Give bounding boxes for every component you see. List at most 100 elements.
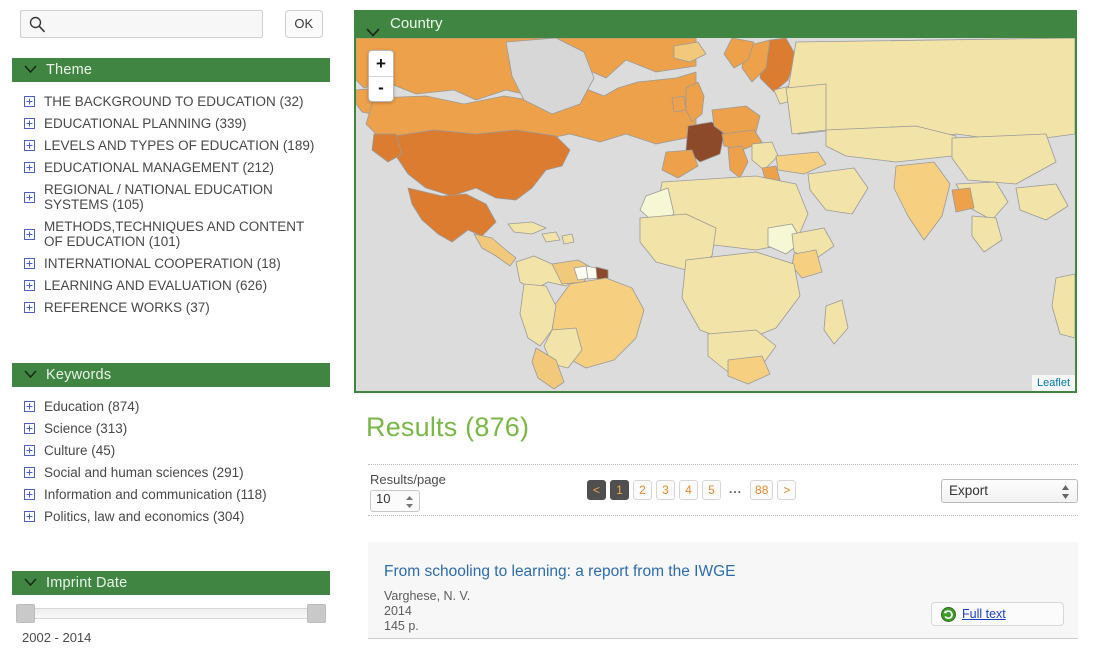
facet-item-keyword-2[interactable]: Culture (45) bbox=[22, 443, 340, 458]
facet-title: Imprint Date bbox=[46, 575, 128, 591]
plus-box-icon[interactable] bbox=[24, 466, 35, 478]
facet-title: Keywords bbox=[46, 367, 112, 383]
plus-box-icon[interactable] bbox=[24, 422, 35, 434]
facet-item-theme-8[interactable]: REFERENCE WORKS (37) bbox=[22, 300, 340, 315]
plus-box-icon[interactable] bbox=[24, 117, 35, 129]
plus-box-icon[interactable] bbox=[24, 95, 35, 107]
search-box[interactable] bbox=[20, 10, 269, 38]
plus-box-icon[interactable] bbox=[24, 161, 35, 173]
plus-box-icon[interactable] bbox=[24, 191, 35, 203]
ok-button[interactable]: OK bbox=[284, 10, 323, 38]
facet-item-theme-7[interactable]: LEARNING AND EVALUATION (626) bbox=[22, 278, 340, 293]
facet-item-label: LEARNING AND EVALUATION (626) bbox=[44, 278, 268, 293]
facet-item-theme-4[interactable]: REGIONAL / NATIONAL EDUCATION SYSTEMS (1… bbox=[22, 182, 312, 212]
facet-item-keyword-3[interactable]: Social and human sciences (291) bbox=[22, 465, 340, 480]
facet-item-label: Education (874) bbox=[44, 399, 140, 414]
facet-item-label: Culture (45) bbox=[44, 443, 116, 458]
page-root: OK Theme THE BACKGROUND TO EDUCATION (32… bbox=[0, 0, 1096, 664]
facet-item-label: LEVELS AND TYPES OF EDUCATION (189) bbox=[44, 138, 315, 153]
pagination: < 1 2 3 4 5 ... 88 > bbox=[587, 480, 797, 500]
facet-item-theme-6[interactable]: INTERNATIONAL COOPERATION (18) bbox=[22, 256, 340, 271]
imprint-date-slider[interactable] bbox=[16, 604, 326, 623]
country-choropleth-map[interactable]: + - Leaflet bbox=[354, 38, 1077, 393]
pagination-page-1[interactable]: 1 bbox=[610, 480, 629, 500]
result-title-link[interactable]: From schooling to learning: a report fro… bbox=[384, 563, 735, 581]
facet-item-theme-3[interactable]: EDUCATIONAL MANAGEMENT (212) bbox=[22, 160, 340, 175]
chevron-down-icon bbox=[366, 19, 380, 37]
results-per-page-label: Results/page bbox=[370, 472, 446, 487]
facet-item-label: Science (313) bbox=[44, 421, 128, 436]
green-circle-arrow-icon bbox=[941, 607, 956, 622]
facet-item-theme-0[interactable]: THE BACKGROUND TO EDUCATION (32) bbox=[22, 94, 340, 109]
export-select[interactable]: Export bbox=[941, 479, 1078, 503]
pagination-ellipsis: ... bbox=[729, 482, 743, 496]
results-toolbar: Results/page 10 < 1 2 3 4 5 ... 88 > Exp… bbox=[368, 464, 1078, 516]
pagination-prev[interactable]: < bbox=[587, 480, 606, 500]
chevron-down-icon bbox=[24, 370, 37, 378]
full-text-button[interactable]: Full text bbox=[931, 602, 1064, 626]
slider-handle-max[interactable] bbox=[307, 604, 326, 623]
slider-handle-min[interactable] bbox=[16, 604, 35, 623]
imprint-date-range-label: 2002 - 2014 bbox=[22, 630, 92, 645]
search-input[interactable] bbox=[49, 11, 269, 37]
facet-item-label: Politics, law and economics (304) bbox=[44, 509, 245, 524]
export-select-value: Export bbox=[949, 483, 989, 498]
map-facet-title: Country bbox=[390, 15, 443, 32]
search-row: OK bbox=[20, 10, 323, 38]
spinner-arrows-icon[interactable] bbox=[1061, 484, 1070, 507]
pagination-page-4[interactable]: 4 bbox=[679, 480, 698, 500]
map-zoom-out-button[interactable]: - bbox=[369, 76, 393, 101]
left-sidebar: OK Theme THE BACKGROUND TO EDUCATION (32… bbox=[0, 0, 342, 664]
results-per-page-select[interactable]: 10 bbox=[370, 490, 420, 512]
result-item[interactable]: From schooling to learning: a report fro… bbox=[368, 542, 1078, 639]
chevron-down-icon bbox=[24, 65, 37, 73]
pagination-next[interactable]: > bbox=[777, 480, 797, 500]
result-year: 2014 bbox=[384, 604, 412, 618]
map-zoom-in-button[interactable]: + bbox=[369, 51, 393, 76]
world-map-svg bbox=[356, 38, 1075, 389]
facet-item-label: REFERENCE WORKS (37) bbox=[44, 300, 210, 315]
results-per-page-value: 10 bbox=[376, 491, 391, 506]
facet-header-theme[interactable]: Theme bbox=[12, 58, 330, 82]
facet-item-keyword-0[interactable]: Education (874) bbox=[22, 399, 340, 414]
spinner-arrows-icon[interactable] bbox=[405, 495, 414, 512]
pagination-last-page[interactable]: 88 bbox=[750, 480, 774, 500]
facet-item-label: REGIONAL / NATIONAL EDUCATION SYSTEMS (1… bbox=[44, 182, 273, 212]
plus-box-icon[interactable] bbox=[24, 139, 35, 151]
search-icon bbox=[29, 16, 46, 33]
plus-box-icon[interactable] bbox=[24, 444, 35, 456]
facet-item-label: METHODS,TECHNIQUES AND CONTENT OF EDUCAT… bbox=[44, 219, 305, 249]
slider-track[interactable] bbox=[16, 608, 326, 619]
pagination-page-2[interactable]: 2 bbox=[633, 480, 652, 500]
leaflet-attribution-link[interactable]: Leaflet bbox=[1031, 375, 1075, 391]
facet-item-keyword-1[interactable]: Science (313) bbox=[22, 421, 340, 436]
facet-item-keyword-4[interactable]: Information and communication (118) bbox=[22, 487, 340, 502]
results-heading: Results (876) bbox=[366, 412, 530, 442]
plus-box-icon[interactable] bbox=[24, 279, 35, 291]
facet-item-theme-2[interactable]: LEVELS AND TYPES OF EDUCATION (189) bbox=[22, 138, 340, 153]
plus-box-icon[interactable] bbox=[24, 400, 35, 412]
facet-header-keywords[interactable]: Keywords bbox=[12, 363, 330, 387]
result-pages: 145 p. bbox=[384, 619, 419, 633]
plus-box-icon[interactable] bbox=[24, 257, 35, 269]
result-author: Varghese, N. V. bbox=[384, 589, 471, 603]
facet-item-theme-1[interactable]: EDUCATIONAL PLANNING (339) bbox=[22, 116, 340, 131]
plus-box-icon[interactable] bbox=[24, 488, 35, 500]
map-facet-header[interactable]: Country bbox=[354, 10, 1077, 38]
map-zoom-control[interactable]: + - bbox=[368, 50, 394, 102]
plus-box-icon[interactable] bbox=[24, 301, 35, 313]
facet-item-theme-5[interactable]: METHODS,TECHNIQUES AND CONTENT OF EDUCAT… bbox=[22, 219, 322, 249]
pagination-page-3[interactable]: 3 bbox=[656, 480, 675, 500]
facet-item-keyword-5[interactable]: Politics, law and economics (304) bbox=[22, 509, 340, 524]
facet-list-theme: THE BACKGROUND TO EDUCATION (32) EDUCATI… bbox=[22, 94, 340, 322]
facet-item-label: Social and human sciences (291) bbox=[44, 465, 244, 480]
pagination-page-5[interactable]: 5 bbox=[702, 480, 721, 500]
facet-item-label: EDUCATIONAL MANAGEMENT (212) bbox=[44, 160, 275, 175]
facet-item-label: INTERNATIONAL COOPERATION (18) bbox=[44, 256, 281, 271]
main-content: Country + - Leaflet Results (876) Result… bbox=[354, 0, 1096, 664]
plus-box-icon[interactable] bbox=[24, 510, 35, 522]
plus-box-icon[interactable] bbox=[24, 228, 35, 240]
facet-list-keywords: Education (874) Science (313) Culture (4… bbox=[22, 399, 340, 531]
facet-title: Theme bbox=[46, 62, 93, 78]
facet-header-imprint-date[interactable]: Imprint Date bbox=[12, 571, 330, 595]
